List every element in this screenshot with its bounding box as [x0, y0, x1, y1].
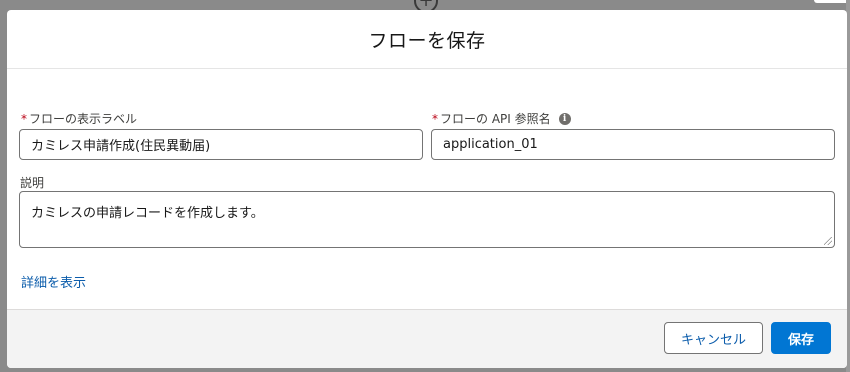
api-name-input[interactable]: application_01: [431, 129, 835, 160]
flow-label-input[interactable]: カミレス申請作成(住民異動届): [19, 129, 423, 160]
show-details-link[interactable]: 詳細を表示: [21, 272, 86, 291]
description-textarea[interactable]: カミレスの申請レコードを作成します。: [19, 191, 835, 248]
flow-label-value: カミレス申請作成(住民異動届): [31, 139, 211, 154]
modal-body: * フローの表示ラベル カミレス申請作成(住民異動届) * フローの API 参…: [7, 69, 847, 309]
backdrop-corner: [814, 0, 850, 3]
api-name-label-text: フローの API 参照名: [440, 112, 551, 126]
api-name-value: application_01: [443, 137, 538, 152]
description-value: カミレスの申請レコードを作成します。: [31, 206, 264, 221]
resize-grip-icon[interactable]: [824, 237, 832, 245]
save-button[interactable]: 保存: [771, 322, 831, 354]
cancel-button[interactable]: キャンセル: [664, 322, 763, 354]
required-mark: *: [21, 111, 27, 126]
info-icon[interactable]: i: [558, 112, 571, 125]
flow-label-label-text: フローの表示ラベル: [29, 112, 138, 126]
modal-title: フローを保存: [368, 29, 486, 52]
api-name-field-label: * フローの API 参照名 i: [432, 110, 571, 127]
description-label-text: 説明: [20, 176, 45, 190]
description-field-label: 説明: [20, 174, 44, 191]
modal-header: フローを保存: [7, 10, 847, 69]
flow-label-field-label: * フローの表示ラベル: [21, 110, 137, 127]
modal-footer: キャンセル 保存: [7, 309, 847, 368]
save-flow-modal: フローを保存 * フローの表示ラベル カミレス申請作成(住民異動届) * フロー…: [7, 10, 847, 368]
required-mark: *: [432, 111, 438, 126]
